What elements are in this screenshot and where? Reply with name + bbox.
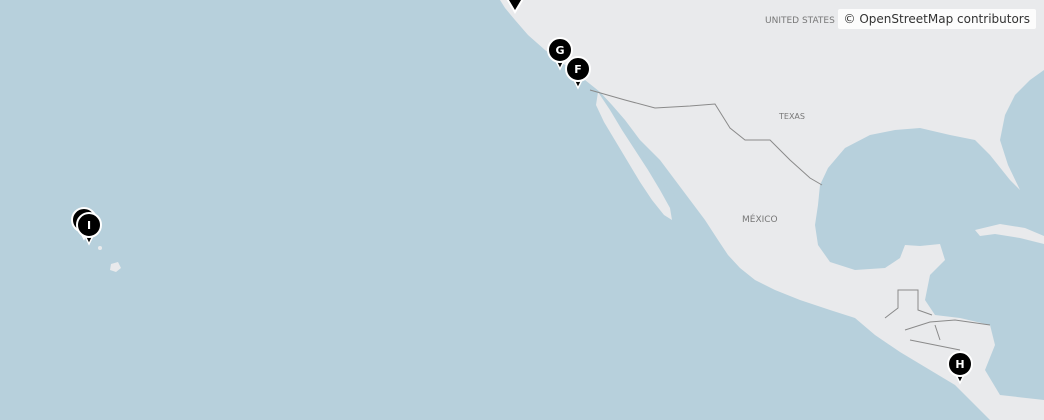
land-cuba — [975, 224, 1044, 244]
map-canvas[interactable]: UNITED STATES TEXAS MÉXICO G F I H — [0, 0, 1044, 420]
marker-f-label: F — [574, 63, 582, 76]
land-hawaii-small — [98, 246, 102, 250]
marker-i-label: I — [87, 219, 91, 232]
marker-h-label: H — [955, 358, 964, 371]
label-mexico: MÉXICO — [742, 213, 778, 225]
label-texas: TEXAS — [778, 112, 805, 121]
label-united-states: UNITED STATES — [765, 16, 835, 26]
map-marker-i[interactable]: I — [76, 212, 102, 246]
map-marker-f[interactable]: F — [565, 56, 591, 90]
marker-g-label: G — [555, 44, 564, 57]
map-attribution[interactable]: © OpenStreetMap contributors — [837, 9, 1036, 29]
land-hawaii — [110, 262, 121, 272]
